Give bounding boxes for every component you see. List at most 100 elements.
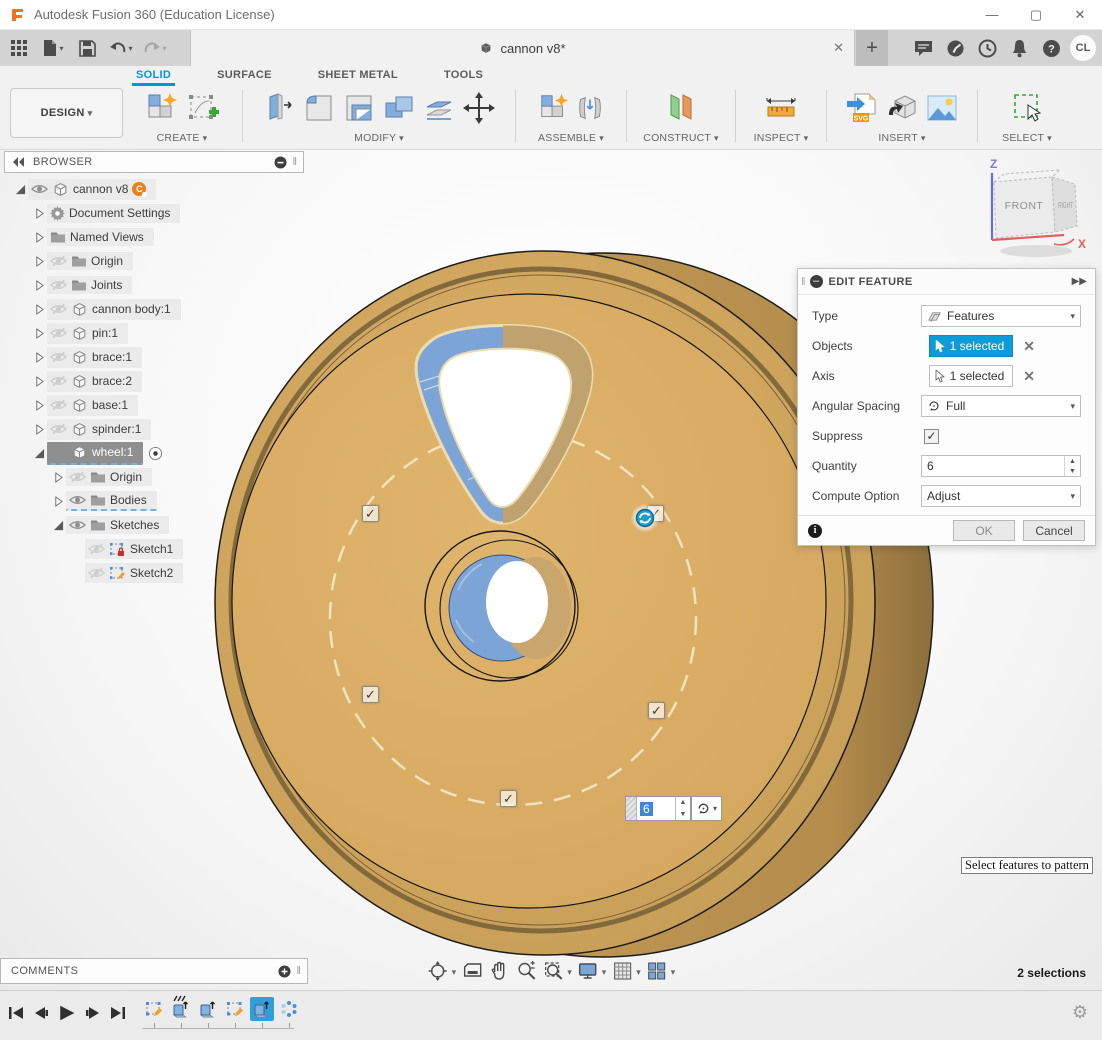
ok-button[interactable]: OK bbox=[953, 520, 1015, 541]
grid-button[interactable] bbox=[611, 960, 641, 982]
visibility-eye-off-icon[interactable] bbox=[88, 567, 105, 579]
panel-grip[interactable]: ‖ bbox=[292, 156, 298, 168]
quantity-spinner[interactable]: ▲▼ bbox=[1064, 456, 1080, 476]
model-viewport[interactable]: FRONT RIGHT Z X ✓ ✓ ✓ ✓ ✓ 6 ▲▼ ▾ Select … bbox=[0, 150, 1102, 990]
orbit-button[interactable] bbox=[427, 960, 457, 982]
visibility-eye-off-icon[interactable] bbox=[88, 543, 105, 555]
tree-arrow[interactable] bbox=[31, 376, 47, 387]
suppress-checkbox[interactable]: ✓ bbox=[924, 429, 939, 444]
browser-item-named-views[interactable]: Named Views bbox=[4, 225, 324, 249]
visibility-eye-off-icon[interactable] bbox=[50, 375, 67, 387]
tree-arrow[interactable] bbox=[31, 400, 47, 411]
browser-item-sketch1[interactable]: Sketch1 bbox=[4, 537, 324, 561]
visibility-eye-off-icon[interactable] bbox=[50, 423, 67, 435]
dialog-minimize-icon[interactable]: – bbox=[810, 275, 823, 288]
tree-arrow[interactable] bbox=[50, 496, 66, 507]
undo-button[interactable]: ▾ bbox=[106, 33, 136, 63]
browser-item-content[interactable]: wheel:1 bbox=[47, 442, 143, 465]
tab-surface[interactable]: SURFACE bbox=[213, 66, 276, 86]
quantity-spinner[interactable]: ▲▼ bbox=[675, 797, 690, 820]
expand-arrow-icon[interactable] bbox=[35, 424, 44, 435]
view-cube[interactable]: FRONT RIGHT Z X bbox=[978, 158, 1093, 263]
timeline-feature-sketch[interactable] bbox=[223, 997, 247, 1021]
display-settings-button[interactable] bbox=[577, 960, 607, 982]
browser-item-content[interactable]: base:1 bbox=[47, 395, 138, 416]
browser-item-cannon-body-1[interactable]: cannon body:1 bbox=[4, 297, 324, 321]
panel-minimize-icon[interactable] bbox=[274, 156, 287, 169]
activate-component-radio[interactable] bbox=[148, 446, 163, 461]
browser-item-content[interactable]: Sketch2 bbox=[85, 563, 183, 583]
viewcube-front-label[interactable]: FRONT bbox=[1005, 200, 1044, 212]
timeline-feature-extrude[interactable] bbox=[196, 997, 220, 1021]
file-menu-button[interactable]: ▾ bbox=[38, 33, 68, 63]
tree-arrow[interactable] bbox=[31, 280, 47, 291]
panel-grip[interactable]: ‖ bbox=[296, 965, 302, 977]
expand-arrow-icon[interactable] bbox=[35, 352, 44, 363]
expand-arrow-icon[interactable] bbox=[35, 208, 44, 219]
visibility-eye-off-icon[interactable] bbox=[50, 327, 67, 339]
timeline-ruler[interactable] bbox=[142, 1028, 294, 1034]
new-solid-icon[interactable] bbox=[145, 91, 179, 125]
expand-arrow-icon[interactable] bbox=[35, 232, 44, 243]
measure-icon[interactable] bbox=[763, 91, 799, 125]
offset-face-icon[interactable] bbox=[422, 91, 456, 125]
tree-arrow[interactable] bbox=[50, 520, 66, 531]
pattern-instance-checkbox[interactable]: ✓ bbox=[362, 686, 379, 703]
canvas-image-icon[interactable] bbox=[925, 91, 959, 125]
group-inspect-label[interactable]: INSPECT bbox=[754, 132, 809, 144]
visibility-eye-off-icon[interactable] bbox=[50, 351, 67, 363]
browser-item-content[interactable]: cannon v8C bbox=[28, 179, 156, 200]
expand-arrow-icon[interactable] bbox=[35, 256, 44, 267]
browser-item-content[interactable]: brace:2 bbox=[47, 371, 142, 392]
app-menu-icon[interactable] bbox=[4, 33, 34, 63]
axis-selected-button[interactable]: 1 selected bbox=[929, 365, 1014, 387]
browser-item-sketches[interactable]: Sketches bbox=[4, 513, 324, 537]
pan-button[interactable] bbox=[488, 960, 510, 982]
browser-item-pin-1[interactable]: pin:1 bbox=[4, 321, 324, 345]
browser-item-content[interactable]: Origin bbox=[66, 468, 152, 486]
browser-item-content[interactable]: Joints bbox=[47, 276, 132, 294]
move-icon[interactable] bbox=[462, 91, 496, 125]
create-sketch-icon[interactable] bbox=[185, 91, 219, 125]
visibility-eye-off-icon[interactable] bbox=[50, 279, 67, 291]
combine-icon[interactable] bbox=[382, 91, 416, 125]
collapse-arrow-icon[interactable] bbox=[15, 184, 26, 195]
go-to-start-button[interactable] bbox=[8, 1005, 24, 1021]
browser-item-content[interactable]: Sketch1 bbox=[85, 539, 183, 559]
new-component-icon[interactable] bbox=[538, 92, 570, 124]
construct-plane-icon[interactable] bbox=[663, 91, 699, 125]
browser-item-document-settings[interactable]: Document Settings bbox=[4, 201, 324, 225]
tab-sheet-metal[interactable]: SHEET METAL bbox=[314, 66, 402, 86]
drag-handle[interactable] bbox=[626, 797, 637, 820]
browser-item-cannon-v8[interactable]: cannon v8C bbox=[4, 177, 324, 201]
browser-item-sketch2[interactable]: Sketch2 bbox=[4, 561, 324, 585]
comments-panel-header[interactable]: COMMENTS ‖ bbox=[0, 958, 308, 984]
help-icon[interactable]: ? bbox=[1038, 35, 1064, 61]
tree-arrow[interactable] bbox=[31, 424, 47, 435]
browser-item-brace-1[interactable]: brace:1 bbox=[4, 345, 324, 369]
browser-item-content[interactable]: spinder:1 bbox=[47, 419, 151, 440]
browser-item-spinder-1[interactable]: spinder:1 bbox=[4, 417, 324, 441]
tree-arrow[interactable] bbox=[50, 472, 66, 483]
tree-arrow[interactable] bbox=[31, 208, 47, 219]
shell-icon[interactable] bbox=[342, 91, 376, 125]
timeline-feature-sketch[interactable] bbox=[142, 997, 166, 1021]
browser-item-content[interactable]: pin:1 bbox=[47, 323, 128, 344]
browser-item-wheel-1[interactable]: wheel:1 bbox=[4, 441, 324, 465]
visibility-eye-off-icon[interactable] bbox=[50, 399, 67, 411]
browser-item-joints[interactable]: Joints bbox=[4, 273, 324, 297]
angular-spacing-dropdown[interactable]: Full▾ bbox=[921, 395, 1081, 417]
job-status-icon[interactable] bbox=[974, 35, 1000, 61]
timeline-settings-gear-icon[interactable]: ⚙ bbox=[1072, 1003, 1088, 1021]
fillet-icon[interactable] bbox=[302, 91, 336, 125]
document-tab-close-icon[interactable]: ✕ bbox=[833, 40, 844, 56]
pattern-quantity-input[interactable]: 6 ▲▼ bbox=[625, 796, 691, 821]
insert-svg-icon[interactable]: SVG bbox=[845, 91, 879, 125]
expand-arrow-icon[interactable] bbox=[54, 496, 63, 507]
look-at-button[interactable] bbox=[461, 960, 483, 982]
timeline-feature-circular-pattern[interactable] bbox=[277, 997, 301, 1021]
collapse-arrow-icon[interactable] bbox=[34, 448, 45, 459]
dialog-header[interactable]: ‖ – EDIT FEATURE ▶▶ bbox=[798, 269, 1095, 295]
axis-clear-icon[interactable]: ✕ bbox=[1023, 368, 1035, 385]
tree-arrow[interactable] bbox=[31, 448, 47, 459]
